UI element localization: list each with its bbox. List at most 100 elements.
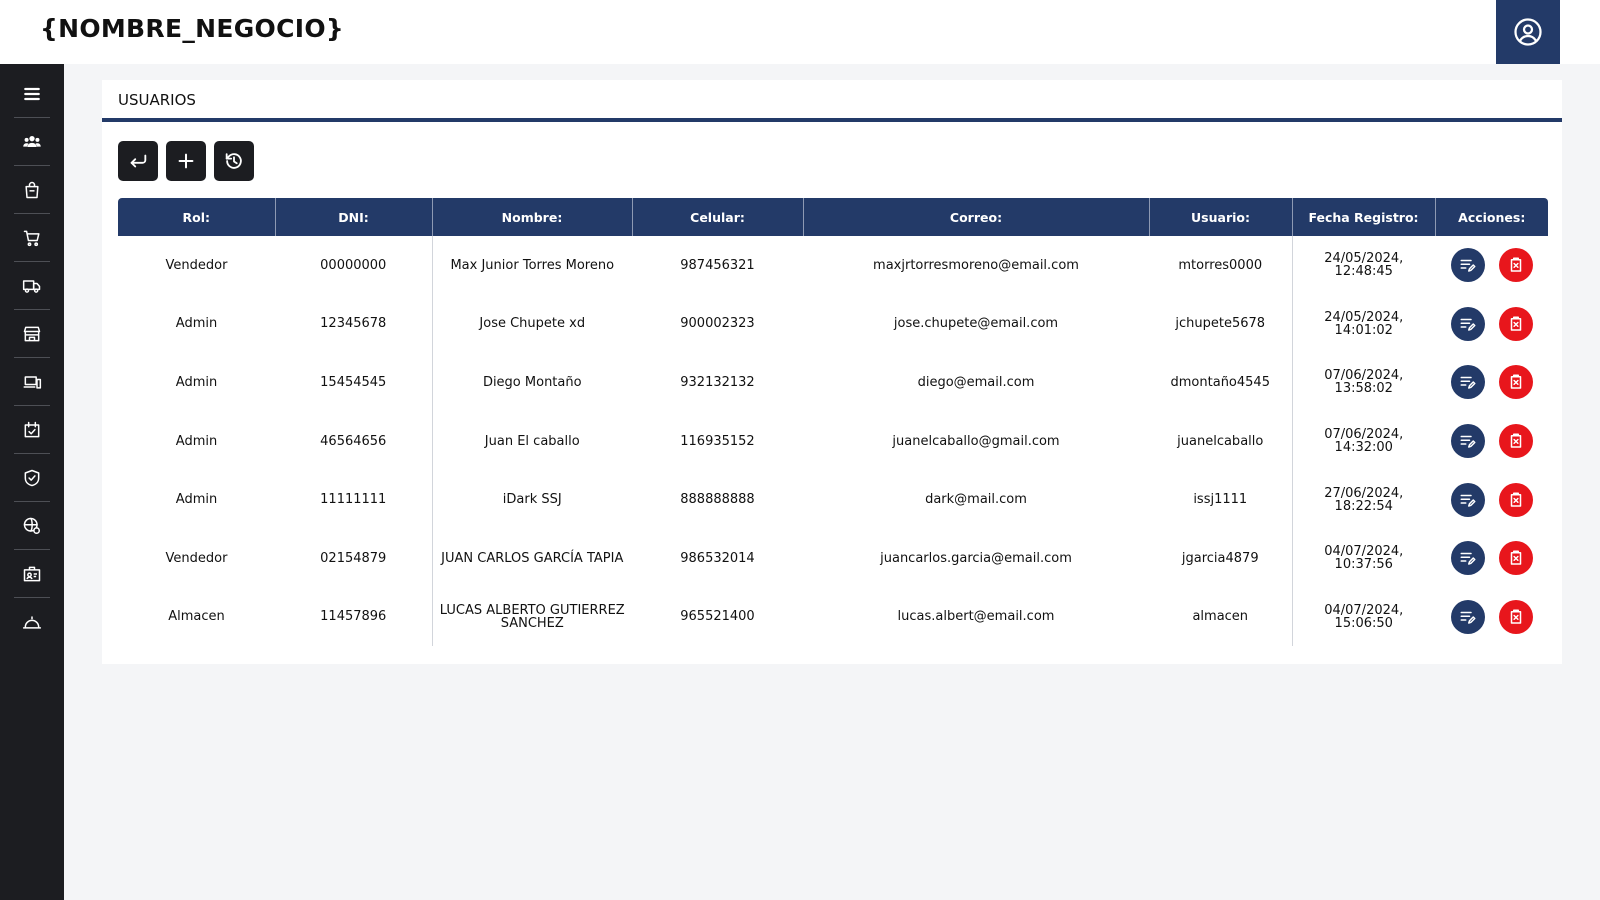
cell-correo: dark@mail.com (925, 492, 1027, 508)
cell-dni: 15454545 (275, 353, 433, 412)
header-acciones: Acciones: (1435, 198, 1548, 236)
cell-celular: 987456321 (680, 257, 755, 273)
sidebar-item-cart[interactable] (14, 214, 50, 262)
cell-acciones (1435, 588, 1548, 647)
cell-usuario: juanelcaballo (1149, 411, 1293, 471)
sidebar-item-security[interactable] (14, 454, 50, 502)
sidebar-item-id-card[interactable] (14, 550, 50, 598)
sidebar-item-logout[interactable] (14, 598, 50, 646)
edit-button[interactable] (1450, 424, 1485, 459)
brand-name: {NOMBRE_NEGOCIO} (40, 14, 345, 43)
cell-acciones (1435, 236, 1548, 295)
top-bar: {NOMBRE_NEGOCIO} (0, 0, 1600, 64)
shopping-bag-icon (25, 181, 39, 198)
cell-rol: Admin (175, 492, 218, 508)
cell-fecha: 24/05/2024, 12:48:45 (1324, 251, 1404, 280)
cell-nombre: Jose Chupete xd (479, 316, 586, 332)
cell-correo: maxjrtorresmoreno@email.com (873, 257, 1079, 273)
edit-button[interactable] (1450, 541, 1485, 576)
sidebar-item-calendar[interactable] (14, 406, 50, 454)
plus-icon (178, 153, 194, 169)
delete-button[interactable] (1498, 365, 1533, 400)
cell-usuario: almacen (1149, 587, 1293, 647)
cell-rol: Admin (175, 374, 218, 390)
cell-correo: lucas.albert@email.com (897, 609, 1055, 625)
delete-button[interactable] (1498, 306, 1533, 341)
header-celular[interactable]: Celular: (632, 198, 804, 236)
edit-icon (1460, 260, 1475, 273)
edit-icon (1460, 611, 1475, 624)
edit-button[interactable] (1450, 248, 1485, 283)
header-usuario[interactable]: Usuario: (1149, 198, 1293, 236)
users-panel: USUARIOS Rol: DNI: Nombre: Celular: Corr… (102, 80, 1562, 664)
delete-icon (1510, 609, 1521, 624)
cell-nombre: Max Junior Torres Moreno (450, 257, 615, 273)
header-correo[interactable]: Correo: (803, 198, 1150, 236)
cell-usuario: issj1111 (1149, 470, 1293, 529)
delete-icon (1510, 257, 1521, 273)
cell-nombre: Juan El caballo (484, 433, 580, 449)
user-circle-icon (1514, 18, 1542, 46)
delete-button[interactable] (1498, 541, 1533, 576)
delete-button[interactable] (1498, 599, 1533, 634)
table-row: Admin 12345678 Jose Chupete xd 900002323… (118, 294, 1548, 354)
header-nombre[interactable]: Nombre: (432, 198, 633, 236)
store-icon (23, 326, 41, 341)
cell-usuario: jgarcia4879 (1149, 528, 1293, 588)
cell-usuario: jchupete5678 (1149, 294, 1293, 354)
cell-fecha: 27/06/2024, 18:22:54 (1324, 485, 1404, 514)
edit-icon (1460, 318, 1475, 331)
sidebar-item-store[interactable] (14, 310, 50, 358)
world-settings-icon (23, 517, 41, 534)
users-table-container: Rol: DNI: Nombre: Celular: Correo: Usuar… (118, 198, 1548, 647)
edit-button[interactable] (1450, 306, 1485, 341)
sidebar-item-web-settings[interactable] (14, 502, 50, 550)
cell-rol: Vendedor (165, 257, 228, 273)
cell-dni: 12345678 (275, 294, 433, 354)
delete-button[interactable] (1498, 424, 1533, 459)
header-rol[interactable]: Rol: (118, 198, 276, 236)
delete-icon (1510, 550, 1521, 566)
cell-acciones (1435, 295, 1548, 354)
cell-celular: 888888888 (680, 492, 755, 508)
delete-icon (1510, 433, 1521, 448)
truck-icon (22, 279, 41, 293)
page-title: USUARIOS (118, 91, 196, 109)
cell-nombre: Diego Montaño (482, 374, 582, 390)
edit-button[interactable] (1450, 482, 1485, 517)
history-button[interactable] (214, 141, 254, 181)
users-icon (23, 135, 41, 147)
panel-header: USUARIOS (102, 80, 1562, 122)
back-button[interactable] (118, 141, 158, 181)
sidebar-item-menu[interactable] (14, 70, 50, 118)
table-header-row: Rol: DNI: Nombre: Celular: Correo: Usuar… (118, 198, 1548, 236)
cell-rol: Admin (175, 433, 218, 449)
sidebar-item-delivery[interactable] (14, 262, 50, 310)
header-fecha-registro[interactable]: Fecha Registro: (1292, 198, 1436, 236)
cell-celular: 900002323 (680, 316, 755, 332)
cell-correo: jose.chupete@email.com (893, 316, 1059, 332)
delete-icon (1510, 492, 1521, 507)
delete-icon (1510, 316, 1521, 331)
cell-fecha: 07/06/2024, 13:58:02 (1324, 368, 1404, 397)
edit-button[interactable] (1450, 599, 1485, 634)
sidebar-item-users[interactable] (14, 118, 50, 166)
sidebar-item-shopping-bag[interactable] (14, 166, 50, 214)
cell-correo: diego@email.com (917, 374, 1035, 390)
cell-dni: 00000000 (275, 236, 433, 295)
header-dni[interactable]: DNI: (275, 198, 433, 236)
cell-celular: 932132132 (680, 374, 755, 390)
cell-fecha: 07/06/2024, 14:32:00 (1324, 427, 1404, 456)
cell-fecha: 04/07/2024, 10:37:56 (1324, 544, 1404, 573)
delete-button[interactable] (1498, 482, 1533, 517)
users-table: Rol: DNI: Nombre: Celular: Correo: Usuar… (118, 198, 1548, 647)
cell-nombre: JUAN CARLOS GARCÍA TAPIA (441, 550, 624, 566)
sidebar-item-devices[interactable] (14, 358, 50, 406)
delete-button[interactable] (1498, 248, 1533, 283)
table-row: Admin 15454545 Diego Montaño 932132132 d… (118, 353, 1548, 412)
user-account-button[interactable] (1496, 0, 1560, 64)
add-user-button[interactable] (166, 141, 206, 181)
menu-icon (24, 87, 40, 100)
edit-button[interactable] (1450, 365, 1485, 400)
table-row: Vendedor 00000000 Max Junior Torres More… (118, 236, 1548, 295)
